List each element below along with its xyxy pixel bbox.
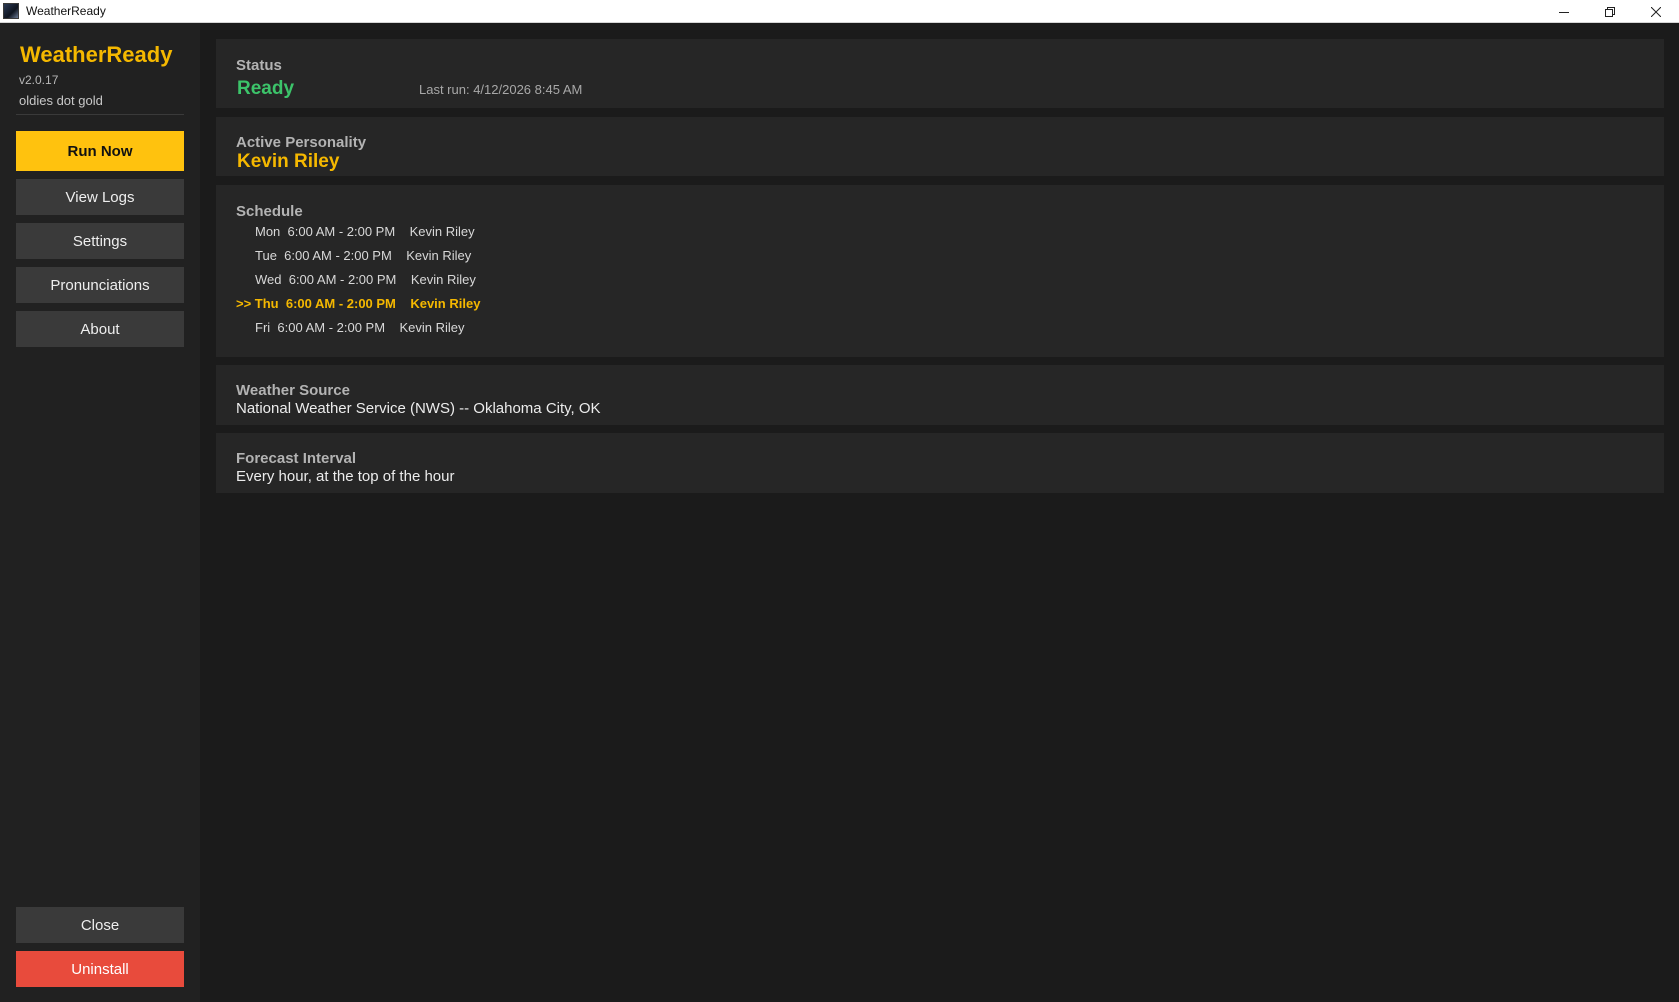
schedule-row-mon: Mon 6:00 AM - 2:00 PM Kevin Riley: [255, 224, 475, 239]
station-name: oldies dot gold: [19, 93, 103, 108]
personality-card: Active Personality Kevin Riley: [216, 117, 1664, 176]
minimize-icon[interactable]: [1541, 0, 1587, 23]
close-button[interactable]: Close: [16, 907, 184, 943]
weather-source-card: Weather Source National Weather Service …: [216, 365, 1664, 425]
run-now-button[interactable]: Run Now: [16, 131, 184, 171]
schedule-card: Schedule Mon 6:00 AM - 2:00 PM Kevin Ril…: [216, 185, 1664, 357]
schedule-row-wed: Wed 6:00 AM - 2:00 PM Kevin Riley: [255, 272, 476, 287]
schedule-row-tue: Tue 6:00 AM - 2:00 PM Kevin Riley: [255, 248, 472, 263]
status-label: Status: [236, 57, 282, 74]
forecast-interval-card: Forecast Interval Every hour, at the top…: [216, 433, 1664, 493]
weather-source-value: National Weather Service (NWS) -- Oklaho…: [236, 400, 601, 417]
status-value: Ready: [237, 78, 295, 99]
uninstall-button[interactable]: Uninstall: [16, 951, 184, 987]
close-icon[interactable]: [1633, 0, 1679, 23]
sidebar: WeatherReady v2.0.17 oldies dot gold Run…: [0, 23, 200, 1002]
forecast-interval-label: Forecast Interval: [236, 450, 357, 467]
brand-title: WeatherReady: [20, 42, 173, 67]
app-icon: [3, 3, 19, 19]
schedule-row-fri: Fri 6:00 AM - 2:00 PM Kevin Riley: [255, 320, 465, 335]
settings-button[interactable]: Settings: [16, 223, 184, 259]
window-controls: [1541, 0, 1679, 23]
restore-icon[interactable]: [1587, 0, 1633, 23]
schedule-label: Schedule: [236, 203, 303, 220]
sidebar-divider: [16, 114, 184, 115]
view-logs-button[interactable]: View Logs: [16, 179, 184, 215]
main-panel: Status Ready Last run: 4/12/2026 8:45 AM…: [200, 23, 1679, 1002]
personality-name: Kevin Riley: [237, 151, 340, 172]
version-label: v2.0.17: [19, 73, 59, 87]
last-run-text: Last run: 4/12/2026 8:45 AM: [419, 82, 583, 97]
about-button[interactable]: About: [16, 311, 184, 347]
window-titlebar[interactable]: WeatherReady: [0, 0, 1679, 23]
forecast-interval-value: Every hour, at the top of the hour: [236, 468, 455, 485]
schedule-row-thu-current: >> Thu 6:00 AM - 2:00 PM Kevin Riley: [236, 296, 481, 311]
personality-label: Active Personality: [236, 134, 367, 151]
window-title: WeatherReady: [26, 4, 106, 18]
status-card: Status Ready Last run: 4/12/2026 8:45 AM: [216, 39, 1664, 108]
pronunciations-button[interactable]: Pronunciations: [16, 267, 184, 303]
weather-source-label: Weather Source: [236, 382, 350, 399]
